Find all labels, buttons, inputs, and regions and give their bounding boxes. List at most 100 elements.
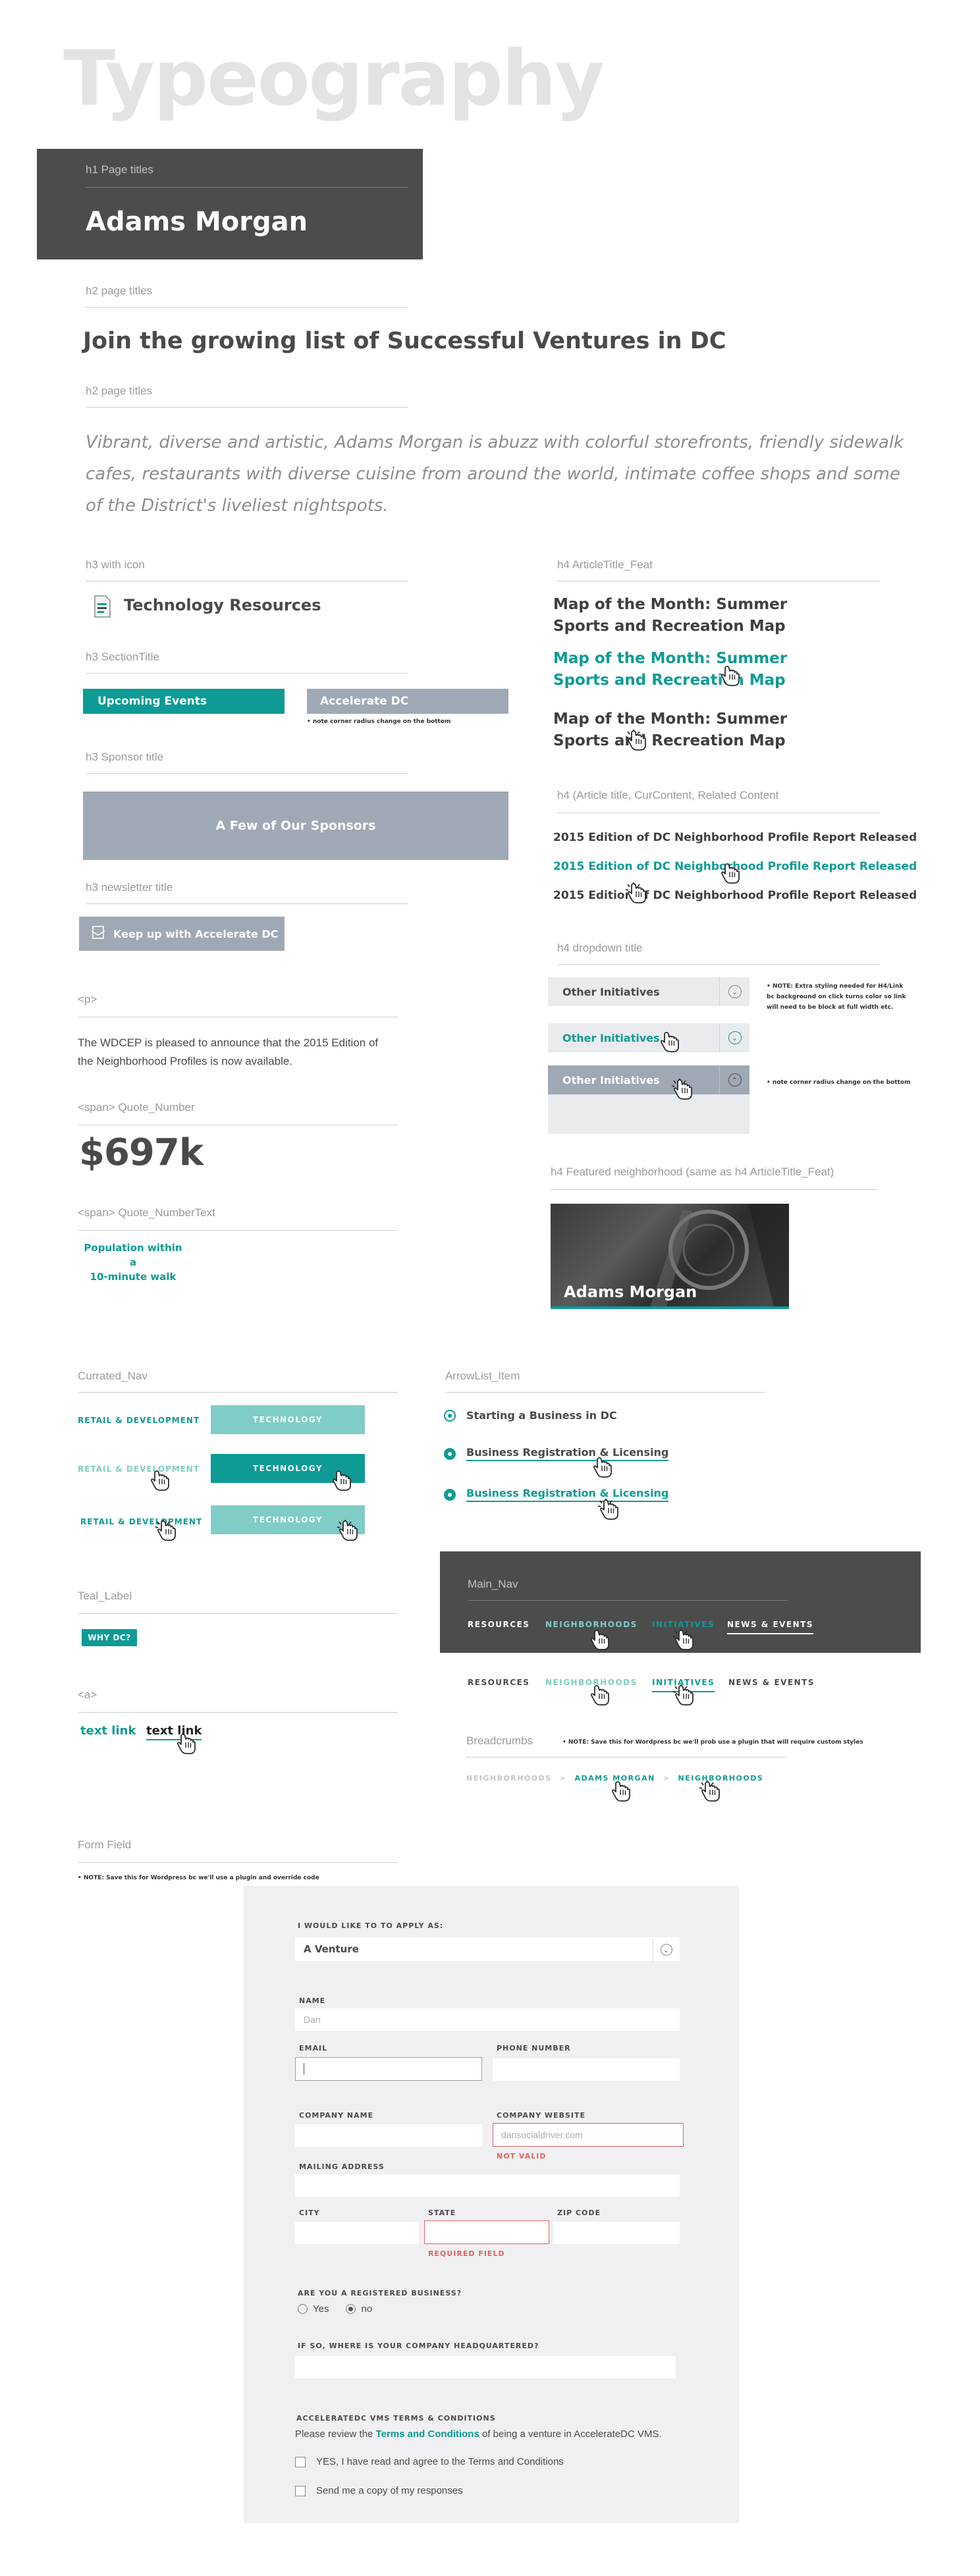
dropdown-toggle[interactable]: ⌃: [719, 1065, 749, 1094]
hand-cursor-icon: [151, 1470, 169, 1491]
email-input[interactable]: [295, 2057, 482, 2081]
breadcrumb-item[interactable]: NEIGHBORHOODS: [466, 1774, 552, 1783]
apply-as-value: A Venture: [304, 1943, 359, 1955]
dropdown-item-open[interactable]: Other Initiatives ⌃: [548, 1065, 749, 1094]
dropdown-item-1[interactable]: Other Initiatives ⌄: [548, 977, 749, 1006]
why-dc-label[interactable]: WHY DC?: [82, 1629, 137, 1646]
note-line: • NOTE: Extra styling needed for H4/Link: [767, 983, 904, 990]
terms-link[interactable]: Terms and Conditions: [376, 2428, 479, 2440]
currated-nav-left-1[interactable]: RETAIL & DEVELOPMENT: [78, 1416, 200, 1425]
h4-feat-item-hover[interactable]: Map of the Month: Summer Sports and Recr…: [553, 648, 787, 691]
dropdown-toggle[interactable]: ⌄: [719, 1023, 749, 1052]
arrow-list-item-hover[interactable]: Business Registration & Licensing: [444, 1446, 669, 1461]
hand-cursor-icon: [721, 863, 740, 884]
name-input[interactable]: Dan: [295, 2008, 680, 2031]
newsletter-button[interactable]: Keep up with Accelerate DC: [79, 917, 285, 951]
dropdown-item-hover[interactable]: Other Initiatives ⌄: [548, 1023, 749, 1052]
radio-no[interactable]: [346, 2304, 356, 2314]
p-line: the Neighborhood Profiles is now availab…: [78, 1055, 293, 1067]
select-toggle[interactable]: ⌄: [653, 1938, 679, 1962]
terms-text: Please review the Terms and Conditions o…: [295, 2428, 662, 2440]
h3-newsletter-rule: [86, 903, 408, 904]
terms-pre: Please review the: [295, 2428, 376, 2440]
form-label: Form Field: [78, 1838, 132, 1851]
dropdown-text: Other Initiatives: [562, 1073, 660, 1087]
h4-article-item-click[interactable]: 2015 Edition of DC Neighborhood Profile …: [553, 889, 917, 902]
hand-cursor-icon: [333, 1470, 351, 1491]
arrow-list-item-click[interactable]: Business Registration & Licensing: [444, 1487, 669, 1502]
text-link-1[interactable]: text link: [80, 1724, 136, 1738]
h4-feat-label: h4 ArticleTitle_Feat: [557, 558, 653, 571]
h4-feat-line: Map of the Month: Summer: [553, 711, 788, 728]
copy-checkbox[interactable]: [295, 2485, 306, 2496]
h3-sponsor-rule: [86, 773, 408, 774]
h2-label-2: h2 page titles: [86, 385, 153, 397]
state-input[interactable]: [424, 2220, 549, 2244]
h4-feat-item-click[interactable]: Map of the Month: Summer Sports and Recr…: [553, 709, 787, 752]
apply-as-label: I WOULD LIKE TO TO APPLY AS:: [298, 1921, 444, 1930]
company-name-input[interactable]: [295, 2124, 482, 2147]
main-nav-light-news-events[interactable]: NEWS & EVENTS: [728, 1678, 815, 1687]
currated-nav-left-click[interactable]: RETAIL & DEVELOPMENT: [80, 1517, 202, 1526]
main-nav-news-events[interactable]: NEWS & EVENTS: [727, 1620, 813, 1634]
breadcrumb-separator: >: [663, 1774, 670, 1783]
city-input[interactable]: [295, 2222, 419, 2244]
dropdown-note: • NOTE: Extra styling needed for H4/Link…: [767, 981, 906, 1013]
main-nav-initiatives[interactable]: INITIATIVES: [652, 1620, 715, 1629]
h3-sponsor-label: h3 Sponsor title: [86, 751, 164, 763]
main-nav-neighborhoods[interactable]: NEIGHBORHOODS: [545, 1620, 638, 1629]
arrow-list-rule: [445, 1392, 765, 1393]
arrow-list-item-1[interactable]: Starting a Business in DC: [444, 1409, 617, 1422]
dropdown-toggle[interactable]: ⌄: [719, 977, 749, 1006]
apply-as-select[interactable]: A Venture ⌄: [295, 1937, 680, 1962]
hq-input[interactable]: [295, 2356, 676, 2378]
form-panel: I WOULD LIKE TO TO APPLY AS: A Venture ⌄…: [244, 1886, 739, 2523]
mailing-address-input[interactable]: [295, 2174, 680, 2197]
currated-nav-right-1[interactable]: TECHNOLOGY: [211, 1405, 365, 1434]
radio-yes-label: Yes: [313, 2303, 329, 2315]
teal-label-label: Teal_Label: [78, 1590, 132, 1602]
main-nav-resources[interactable]: RESOURCES: [468, 1620, 530, 1629]
h4-article-item-1[interactable]: 2015 Edition of DC Neighborhood Profile …: [553, 831, 917, 844]
hand-cursor-click-icon: [155, 1519, 176, 1541]
zip-input[interactable]: [553, 2222, 680, 2244]
company-website-input[interactable]: dansocialdriver.com: [493, 2123, 684, 2147]
main-nav-light-resources[interactable]: RESOURCES: [468, 1678, 530, 1687]
phone-input[interactable]: [493, 2058, 680, 2081]
hand-cursor-icon: [612, 1781, 630, 1802]
breadcrumbs-note: • NOTE: Save this for Wordpress bc we'll…: [562, 1739, 863, 1746]
breadcrumbs-rule: [466, 1757, 786, 1758]
quote-number-text: Population within a 10-minute walk: [80, 1241, 186, 1284]
chevron-down-icon: ⌄: [728, 1031, 742, 1044]
h4-feat-line: Map of the Month: Summer: [553, 596, 788, 613]
h4-feat-item-1[interactable]: Map of the Month: Summer Sports and Recr…: [553, 594, 787, 637]
agree-checkbox[interactable]: [295, 2456, 306, 2467]
copy-checkbox-label: Send me a copy of my responses: [316, 2485, 463, 2496]
hand-cursor-click-icon: [672, 1684, 694, 1705]
hand-cursor-click-icon: [699, 1780, 720, 1802]
radio-yes[interactable]: [298, 2304, 308, 2314]
sponsor-banner: A Few of Our Sponsors: [83, 792, 508, 860]
document-icon: [94, 595, 111, 618]
h1-sample-box: h1 Page titles Adams Morgan: [37, 149, 423, 259]
website-error: NOT VALID: [497, 2152, 547, 2160]
terms-label: ACCELERATEDC VMS TERMS & CONDITIONS: [296, 2414, 496, 2423]
hand-cursor-icon: [661, 1032, 679, 1052]
h4-feat-line: Sports and Recreation Map: [553, 618, 786, 635]
quote-number: $697k: [79, 1131, 204, 1174]
h4-dropdown-label: h4 dropdown title: [557, 942, 643, 954]
h4-feat-line: Map of the Month: Summer: [553, 650, 788, 667]
currated-nav-left-hover[interactable]: RETAIL & DEVELOPMENT: [78, 1464, 200, 1474]
breadcrumb-separator: >: [559, 1774, 567, 1783]
state-error: REQUIRED FIELD: [428, 2249, 505, 2258]
page-title: Typeography: [63, 34, 605, 123]
p-label: <p>: [78, 993, 97, 1006]
h3-section-label: h3 SectionTitle: [86, 651, 159, 663]
hand-cursor-icon: [593, 1457, 612, 1478]
h1-text: Adams Morgan: [86, 207, 308, 237]
featured-neighborhood-card[interactable]: Adams Morgan: [551, 1204, 789, 1309]
newsletter-text: Keep up with Accelerate DC: [113, 927, 279, 940]
upcoming-events-button[interactable]: Upcoming Events: [83, 689, 285, 714]
agree-checkbox-label: YES, I have read and agree to the Terms …: [316, 2456, 564, 2467]
accelerate-dc-button[interactable]: Accelerate DC: [307, 689, 508, 714]
